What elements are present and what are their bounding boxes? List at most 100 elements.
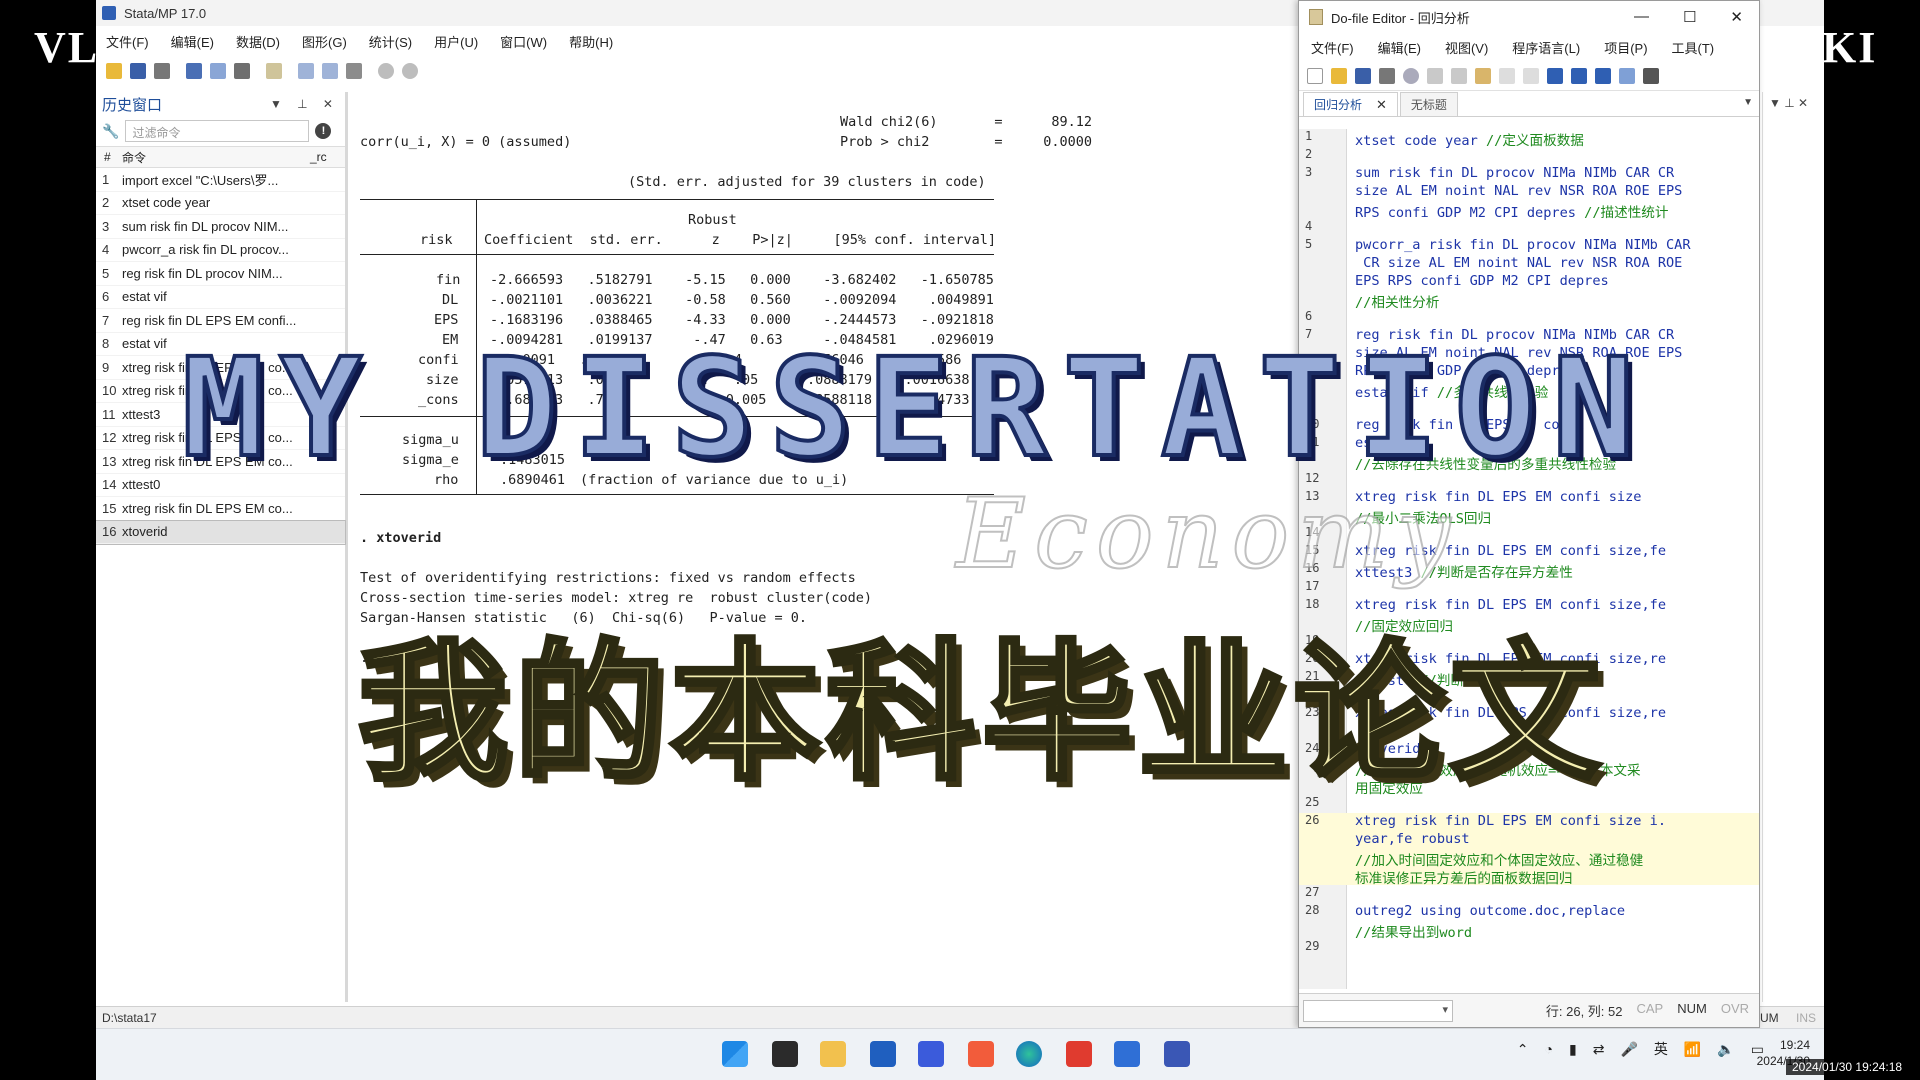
wps-icon[interactable] [1066,1041,1092,1067]
ime-indicator[interactable]: 英 [1654,1039,1668,1059]
history-filter-input[interactable]: 过滤命令 [125,120,310,142]
app-tray-icon[interactable]: ▮ [1569,1041,1577,1058]
chevron-up-icon[interactable]: ⌃ [1517,1041,1529,1058]
code-line[interactable]: 27 [1299,885,1759,903]
copy-icon[interactable] [1451,67,1467,84]
panel-controls-icon[interactable]: ▼ ⊥ ✕ [270,97,339,111]
history-item[interactable]: 15 xtreg risk fin DL EPS EM co... [96,497,345,521]
col-command[interactable]: 命令 [114,149,302,166]
file-explorer-icon[interactable] [820,1041,846,1067]
history-item[interactable]: 4 pwcorr_a risk fin DL procov... [96,239,345,262]
code-line[interactable]: RPS confi GDP M2 CPI depres //描述性统计 [1299,201,1759,221]
undo-icon[interactable] [1499,67,1515,84]
do-menu-edit[interactable]: 编辑(E) [1378,38,1421,57]
history-item[interactable]: 2 xtset code year [96,192,345,215]
menu-window[interactable]: 窗口(W) [500,32,547,51]
app-icon[interactable] [1114,1041,1140,1067]
tab-untitled[interactable]: 无标题 [1399,92,1458,116]
code-line[interactable]: 5 pwcorr_a risk fin DL procov NIMa NIMb C… [1299,237,1759,255]
open-icon[interactable] [106,63,122,79]
menu-graphics[interactable]: 图形(G) [302,32,347,51]
next-bookmark-icon[interactable] [1595,67,1611,84]
find-icon[interactable] [1403,67,1419,84]
do-menu-file[interactable]: 文件(F) [1311,38,1354,57]
variables-manager-icon[interactable] [346,63,362,79]
windows-start-icon[interactable] [722,1041,748,1067]
menu-user[interactable]: 用户(U) [434,32,478,51]
code-line[interactable]: 29 [1299,939,1759,957]
minimize-icon[interactable]: — [1634,8,1649,26]
cut-icon[interactable] [1427,67,1443,84]
menu-edit[interactable]: 编辑(E) [171,32,214,51]
tab-close-icon[interactable]: ✕ [1376,97,1387,113]
code-line[interactable]: //相关性分析 [1299,291,1759,311]
save-icon[interactable] [1355,67,1371,84]
function-dropdown[interactable] [1303,999,1453,1022]
code-line[interactable]: size AL EM noint NAL rev NSR ROA ROE EPS [1299,183,1759,201]
log-icon[interactable] [186,63,202,79]
do-menu-language[interactable]: 程序语言(L) [1512,38,1580,57]
print-icon[interactable] [154,63,170,79]
viewer-icon[interactable] [210,63,226,79]
prev-bookmark-icon[interactable] [1571,67,1587,84]
code-line[interactable]: EPS RPS confi GDP M2 CPI depres [1299,273,1759,291]
code-line[interactable]: year,fe robust [1299,831,1759,849]
tab-regression-analysis[interactable]: 回归分析 ✕ [1303,92,1398,116]
code-line[interactable]: //加入时间固定效应和个体固定效应、通过稳健 [1299,849,1759,869]
history-item[interactable]: 1 import excel "C:\Users\罗... [96,168,345,192]
edge-icon[interactable] [1016,1041,1042,1067]
network-icon[interactable]: ◔ [1545,1041,1553,1057]
menu-file[interactable]: 文件(F) [106,32,149,51]
code-line[interactable]: //结果导出到word [1299,921,1759,941]
info-icon[interactable]: ! [315,123,332,139]
code-line[interactable]: 6 [1299,309,1759,327]
history-item[interactable]: 7 reg risk fin DL EPS EM confi... [96,309,345,333]
menu-help[interactable]: 帮助(H) [569,32,613,51]
panel-controls-icon[interactable]: ▼ ⊥ ✕ [1763,92,1824,114]
do-menu-tools[interactable]: 工具(T) [1672,38,1715,57]
history-item[interactable]: 5 reg risk fin DL procov NIM... [96,262,345,286]
code-line[interactable]: 3 sum risk fin DL procov NIMa NIMb CAR CR [1299,165,1759,183]
code-line[interactable]: 26 xtreg risk fin DL EPS EM confi size i. [1299,813,1759,831]
data-browser-icon[interactable] [322,63,338,79]
execute-icon[interactable] [1643,67,1659,84]
code-line[interactable]: 28 outreg2 using outcome.doc,replace [1299,903,1759,921]
bookmark-icon[interactable] [1547,67,1563,84]
code-line[interactable]: 4 [1299,219,1759,237]
stata-taskbar-icon[interactable] [1164,1041,1190,1067]
wrench-icon[interactable]: 🔧 [102,123,119,140]
paste-icon[interactable] [1475,67,1491,84]
do-file-editor-icon[interactable] [266,63,282,79]
col-num[interactable]: # [96,150,114,164]
graph-icon[interactable] [234,63,250,79]
code-line[interactable]: 1 xtset code year //定义面板数据 [1299,129,1759,149]
open-icon[interactable] [1331,67,1347,84]
volume-icon[interactable]: 🔈 [1717,1041,1734,1058]
new-file-icon[interactable] [1307,67,1323,84]
code-line[interactable]: CR size AL EM noint NAL rev NSR ROA ROE [1299,255,1759,273]
break-icon[interactable] [402,63,418,79]
settings-tray-icon[interactable]: ⇄ [1593,1041,1605,1058]
app-icon[interactable] [918,1041,944,1067]
save-icon[interactable] [130,63,146,79]
data-editor-icon[interactable] [298,63,314,79]
close-icon[interactable]: ✕ [1730,8,1743,26]
print-icon[interactable] [1379,67,1395,84]
history-item[interactable]: 3 sum risk fin DL procov NIM... [96,215,345,239]
history-item[interactable]: 6 estat vif [96,286,345,309]
wifi-icon[interactable]: 📶 [1684,1041,1701,1058]
task-view-icon[interactable] [772,1041,798,1067]
menu-statistics[interactable]: 统计(S) [369,32,412,51]
more-icon[interactable] [378,63,394,79]
history-item-selected[interactable]: 16 xtoverid [96,519,346,545]
menu-data[interactable]: 数据(D) [236,32,280,51]
do-menu-view[interactable]: 视图(V) [1445,38,1488,57]
show-file-icon[interactable] [1619,67,1635,84]
redo-icon[interactable] [1523,67,1539,84]
microphone-icon[interactable]: 🎤 [1620,1041,1637,1058]
maximize-icon[interactable]: ☐ [1683,8,1696,26]
store-icon[interactable] [870,1041,896,1067]
do-menu-project[interactable]: 项目(P) [1604,38,1647,57]
tab-list-dropdown-icon[interactable]: ▼ [1743,97,1753,108]
app-icon[interactable] [968,1041,994,1067]
